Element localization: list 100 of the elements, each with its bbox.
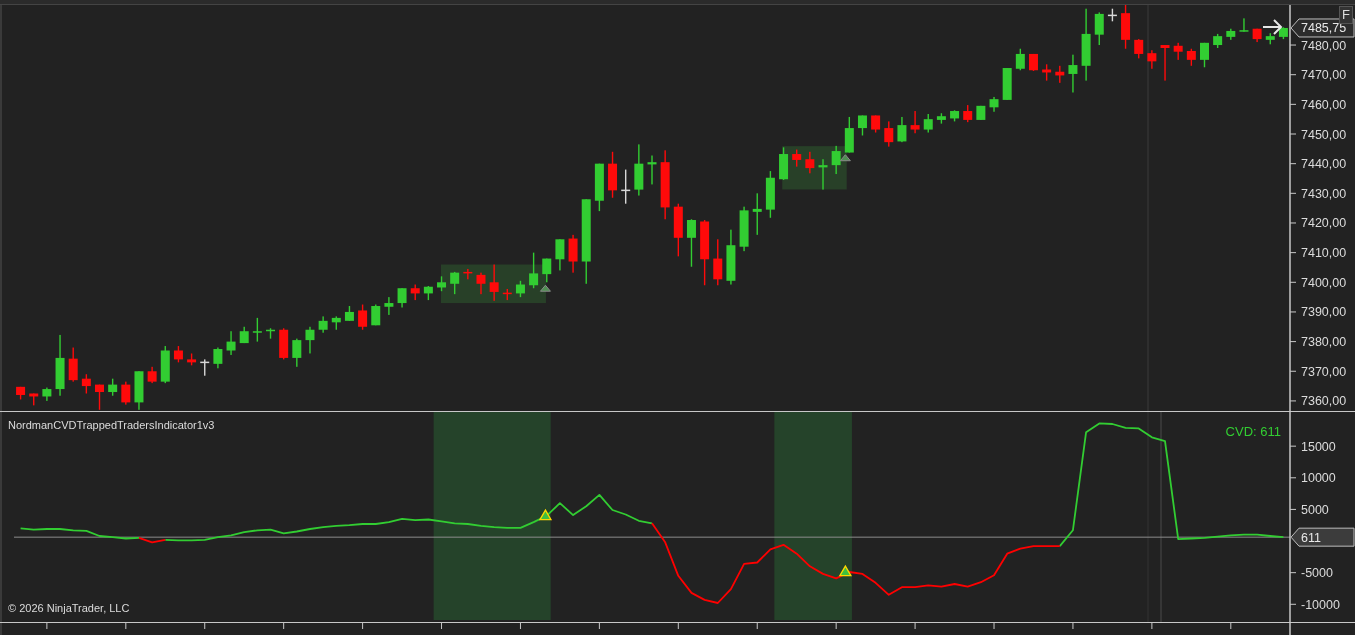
candlestick [29,393,39,406]
candlestick [1029,53,1038,71]
candlestick [344,306,354,321]
axis-label: 7480,00 [1301,38,1347,53]
candlestick [1002,68,1012,100]
toggle-button[interactable]: F [1339,6,1353,24]
signal-marker [838,564,852,577]
candlestick [1213,33,1223,48]
candlestick [765,171,775,218]
cvd-readout: CVD: 611 [1225,424,1281,439]
axis-label: 5000 [1301,502,1329,517]
copyright-text: © 2026 NinjaTrader, LLC [8,601,130,616]
candlestick [634,144,644,196]
candlestick [647,155,657,185]
candlestick [1278,27,1288,40]
axis-label: 7360,00 [1301,394,1347,409]
candlestick [423,286,433,301]
candlestick [779,147,789,180]
candlestick [660,150,670,220]
candlestick [923,114,933,133]
candlestick [792,149,802,167]
candlestick [1042,64,1052,81]
candlestick [160,346,170,384]
axis-label: 7450,00 [1301,127,1347,142]
candlestick [410,284,420,301]
candlestick [318,316,328,333]
signal-marker [538,508,553,521]
candlestick [437,276,447,292]
axis-label: 7460,00 [1301,97,1347,112]
candlestick [805,151,815,174]
candlestick [1107,8,1117,22]
candlestick [279,328,289,360]
axis-label: 10000 [1301,471,1336,486]
candlestick [1226,28,1236,40]
axis-label: 7410,00 [1301,246,1347,261]
candlestick [200,359,210,376]
axis-label: -10000 [1301,597,1340,612]
candlestick [976,105,986,120]
candlestick [568,234,578,273]
candlestick [68,347,78,382]
candlestick [713,239,723,286]
candlestick [81,374,91,394]
axis-label: -5000 [1301,566,1333,581]
candlestick [818,159,828,190]
axis-label: 7370,00 [1301,364,1347,379]
candlestick [1173,42,1183,60]
candlestick [450,271,460,295]
candlestick [213,347,223,369]
candlestick [1239,18,1249,32]
candlestick [1094,12,1104,46]
candlestick [95,384,104,410]
candlestick [831,145,841,175]
candlestick [121,381,131,405]
candlestick [1134,39,1144,59]
candlestick [594,163,604,212]
candlestick [16,386,26,400]
candlestick [989,96,999,112]
candlestick [686,219,696,267]
signal-marker [839,154,851,162]
candlestick [515,280,525,298]
candlestick [726,229,736,285]
axis-label: 7390,00 [1301,305,1347,320]
axis-label: 7470,00 [1301,68,1347,83]
axis-label: 7420,00 [1301,216,1347,231]
axis-label: 7440,00 [1301,157,1347,172]
candlestick [397,288,407,308]
candlestick [897,116,907,143]
candlestick [305,326,315,354]
axis-label: 15000 [1301,439,1336,454]
candlestick [950,110,960,122]
candlestick [752,193,762,235]
axis-label: 7430,00 [1301,186,1347,201]
candlestick [463,268,473,280]
candlestick [700,220,710,286]
candlestick [147,366,157,384]
candlestick [55,334,65,396]
signal-marker [539,284,551,292]
candlestick [555,239,565,271]
candlestick [134,371,144,410]
candlestick [936,113,946,124]
candlestick [1147,50,1157,69]
candlestick [187,353,197,366]
candlestick [910,111,920,134]
candlestick [739,206,749,252]
candlestick [542,258,552,283]
candlestick [1265,33,1275,45]
candlestick [673,203,683,257]
candlestick [1186,48,1196,66]
candlestick [1121,5,1131,49]
candlestick [384,297,394,315]
candlestick [963,105,973,123]
candlestick [1200,42,1209,68]
candlestick [266,328,275,339]
candlestick [1055,65,1065,83]
indicator-title: NordmanCVDTrappedTradersIndicator1v3 [8,418,215,433]
candlestick [1068,54,1078,93]
candlestick [252,317,262,342]
candlestick [857,115,867,136]
candlestick [489,264,499,301]
candlestick [239,326,249,344]
